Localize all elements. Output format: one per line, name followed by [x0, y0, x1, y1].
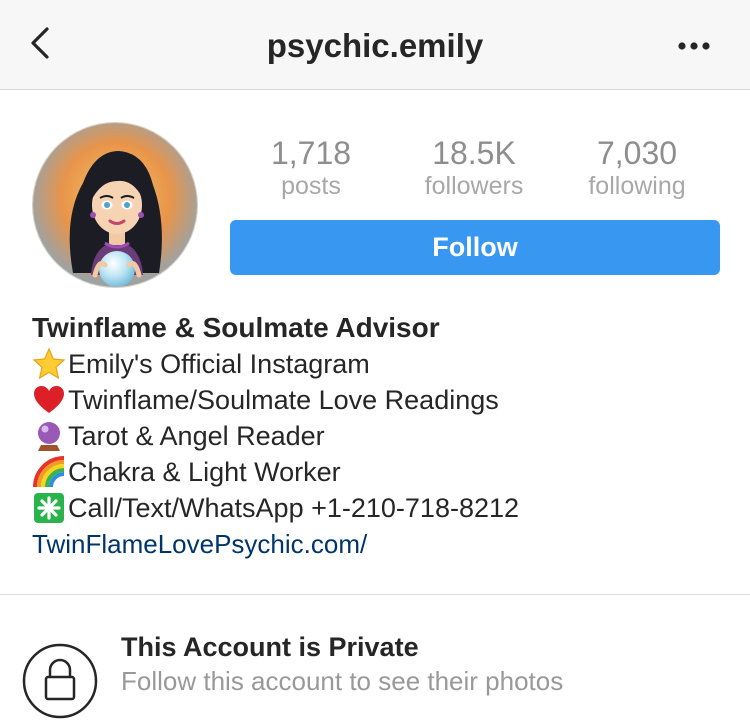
following-label: following: [588, 172, 686, 200]
followers-label: followers: [424, 172, 524, 200]
more-options-button[interactable]: [672, 30, 716, 60]
bio-website-link[interactable]: TwinFlameLovePsychic.com/: [32, 526, 732, 562]
posts-count: 1,718: [270, 135, 352, 171]
crystal-ball-emoji-icon: [32, 418, 68, 454]
sparkle-emoji-icon: [32, 490, 68, 526]
navigation-bar: psychic.emily: [0, 0, 750, 90]
rainbow-emoji-icon: [32, 454, 68, 490]
followers-stat[interactable]: 18.5K followers: [394, 135, 554, 201]
section-divider: [0, 594, 750, 595]
bio-line-text: Call/Text/WhatsApp +1-210-718-8212: [68, 493, 520, 523]
private-account-title: This Account is Private: [121, 632, 419, 662]
star-emoji-icon: [32, 346, 68, 382]
bio-line: Chakra & Light Worker: [32, 454, 732, 490]
username-title: psychic.emily: [266, 27, 484, 64]
chevron-left-icon: [31, 27, 49, 59]
bio-display-name: Twinflame & Soulmate Advisor: [32, 312, 440, 343]
posts-label: posts: [281, 172, 341, 200]
bio-line: Twinflame/Soulmate Love Readings: [32, 382, 732, 418]
bio-line: Call/Text/WhatsApp +1-210-718-8212: [32, 490, 732, 526]
bio-line: Tarot & Angel Reader: [32, 418, 732, 454]
bio-line-text: Twinflame/Soulmate Love Readings: [68, 385, 499, 415]
heart-emoji-icon: [32, 382, 68, 418]
follow-button[interactable]: Follow: [230, 220, 720, 275]
following-stat[interactable]: 7,030 following: [557, 135, 717, 201]
private-account-subtitle: Follow this account to see their photos: [121, 666, 564, 696]
bio-line: Emily's Official Instagram: [32, 346, 732, 382]
profile-bio: Twinflame & Soulmate Advisor Emily's Off…: [32, 310, 732, 562]
following-count: 7,030: [596, 135, 678, 171]
followers-count: 18.5K: [432, 135, 516, 171]
lock-icon: [22, 643, 98, 719]
ellipsis-icon: [678, 42, 710, 50]
back-button[interactable]: [24, 24, 64, 64]
bio-line-text: Emily's Official Instagram: [68, 349, 370, 379]
profile-avatar[interactable]: [32, 122, 198, 288]
avatar-illustration: [33, 123, 197, 287]
posts-stat[interactable]: 1,718 posts: [231, 135, 391, 201]
bio-line-text: Chakra & Light Worker: [68, 457, 341, 487]
bio-line-text: Tarot & Angel Reader: [68, 421, 325, 451]
